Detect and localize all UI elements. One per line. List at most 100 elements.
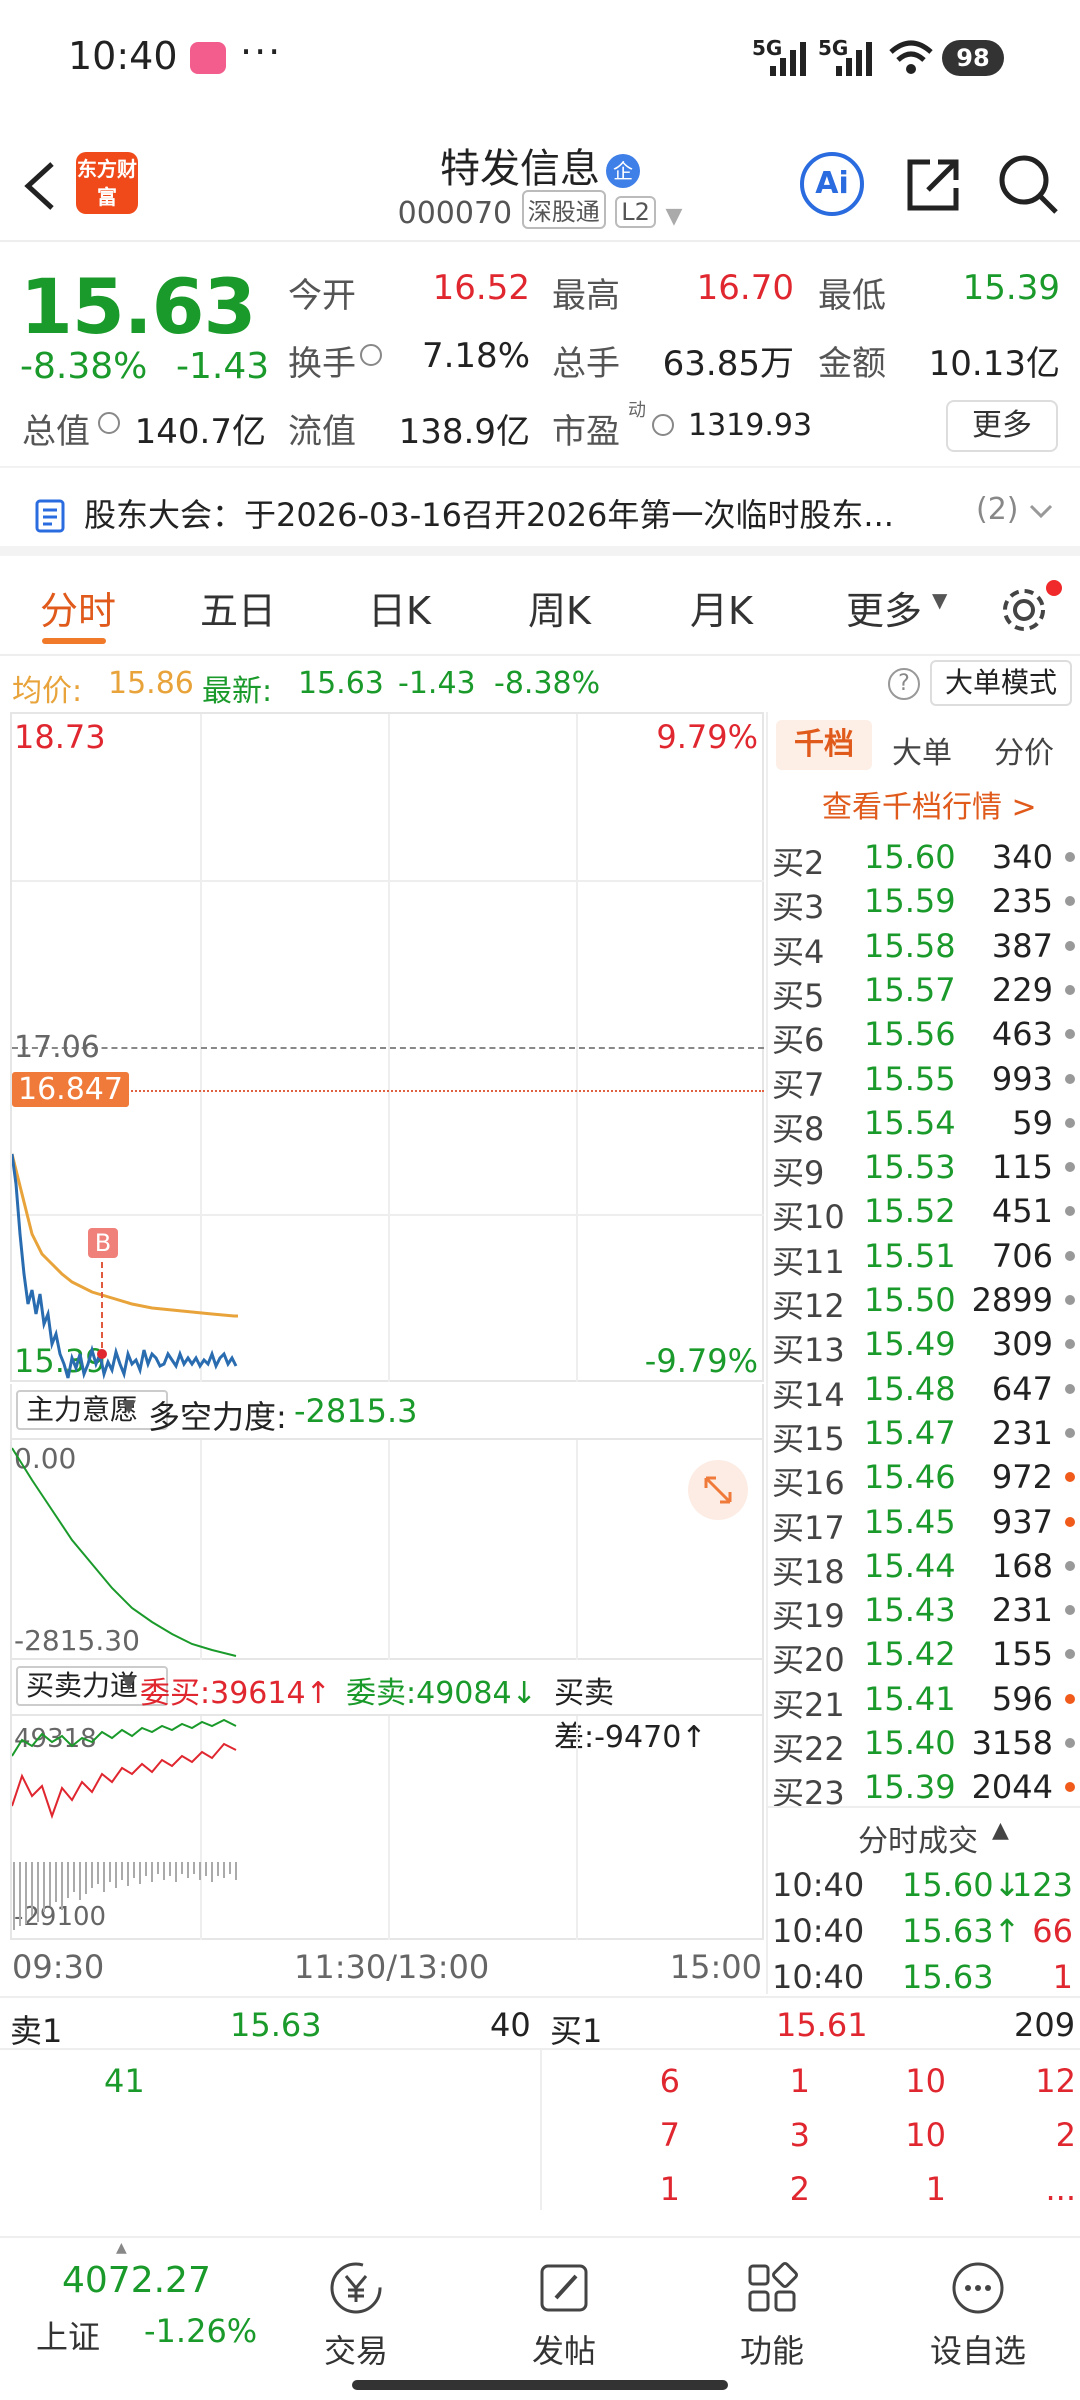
level-label: 买11 bbox=[772, 1242, 845, 1281]
high-label: 最高 bbox=[552, 276, 620, 316]
order-book-row[interactable]: 买18 15.44 168 bbox=[770, 1547, 1075, 1591]
level-dot bbox=[1065, 896, 1075, 907]
indicator-selector-1[interactable]: 主力意愿 bbox=[16, 1390, 169, 1430]
turnover-value: 7.18% bbox=[421, 336, 530, 376]
tab-thousand-levels[interactable]: 千档 bbox=[776, 720, 872, 770]
order-book-row[interactable]: 买11 15.51 706 bbox=[770, 1237, 1075, 1281]
nav-functions[interactable]: 功能 bbox=[712, 2258, 832, 2372]
level-price: 15.56 bbox=[864, 1015, 956, 1054]
order-book-row[interactable]: 买10 15.52 451 bbox=[770, 1192, 1075, 1236]
bilibili-app-icon bbox=[190, 42, 226, 74]
caret-down-icon: ▼ bbox=[932, 588, 948, 612]
info-icon[interactable] bbox=[652, 414, 674, 436]
bid-volume: 委买:39614↑ bbox=[140, 1676, 331, 1711]
power-value: -2815.3 bbox=[294, 1392, 418, 1430]
announcement-bar[interactable]: 股东大会：于2026-03-16召开2026年第一次临时股东... (2) bbox=[0, 466, 1080, 556]
order-book-row[interactable]: 买12 15.50 2899 bbox=[770, 1281, 1075, 1325]
nav-post[interactable]: 发帖 bbox=[504, 2258, 624, 2372]
settings-icon[interactable] bbox=[998, 584, 1050, 636]
level-price: 15.47 bbox=[864, 1413, 956, 1452]
level-price: 15.44 bbox=[864, 1546, 956, 1585]
order-book-row[interactable]: 买22 15.40 3158 bbox=[770, 1724, 1075, 1768]
level-label: 买12 bbox=[772, 1287, 845, 1325]
level-qty: 229 bbox=[991, 970, 1053, 1009]
order-book-row[interactable]: 买3 15.59 235 bbox=[770, 882, 1075, 926]
quote-panel: 15.63 -8.38% -1.43 今开 16.52 最高 16.70 最低 … bbox=[0, 250, 1080, 462]
level-price: 15.45 bbox=[864, 1502, 956, 1541]
chevron-down-icon[interactable]: ▼ bbox=[665, 204, 682, 229]
search-icon[interactable] bbox=[996, 152, 1060, 216]
expand-icon[interactable] bbox=[688, 1460, 748, 1520]
level-label: 买16 bbox=[772, 1464, 845, 1503]
level-label: 买14 bbox=[772, 1375, 845, 1414]
order-book-row[interactable]: 买19 15.43 231 bbox=[770, 1591, 1075, 1635]
nav-trade[interactable]: 交易 bbox=[296, 2258, 416, 2372]
level-dot bbox=[1065, 984, 1075, 995]
ai-icon[interactable]: Ai bbox=[800, 152, 864, 216]
order-book-row[interactable]: 买14 15.48 647 bbox=[770, 1370, 1075, 1414]
level-dot bbox=[1065, 940, 1075, 951]
queue-divider bbox=[540, 2050, 542, 2210]
power-chart[interactable]: 0.00 -2815.30 bbox=[10, 1438, 764, 1660]
index-name[interactable]: 上证 bbox=[36, 2312, 100, 2358]
info-icon[interactable] bbox=[98, 412, 120, 434]
bid-ask-chart[interactable]: 49318 -29100 bbox=[10, 1714, 764, 1940]
buy-marker[interactable]: B bbox=[88, 1228, 118, 1258]
order-book-row[interactable]: 买13 15.49 309 bbox=[770, 1325, 1075, 1369]
buy1-queue-item: 6 bbox=[659, 2062, 680, 2100]
low-label: 最低 bbox=[818, 276, 886, 316]
order-book-row[interactable]: 买20 15.42 155 bbox=[770, 1635, 1075, 1679]
nav-add-watchlist[interactable]: 设自选 bbox=[918, 2258, 1038, 2372]
order-book-row[interactable]: 买9 15.53 115 bbox=[770, 1148, 1075, 1192]
level-dot bbox=[1065, 1516, 1075, 1527]
level-qty: 706 bbox=[991, 1236, 1053, 1275]
connect-tag: 深股通 bbox=[521, 190, 606, 229]
tab-daily-k[interactable]: 日K bbox=[368, 580, 431, 635]
order-book-row[interactable]: 买16 15.46 972 bbox=[770, 1458, 1075, 1502]
level-price: 15.52 bbox=[864, 1192, 956, 1231]
tab-intraday[interactable]: 分时 bbox=[40, 580, 116, 635]
level-dot bbox=[1065, 1073, 1075, 1084]
order-book-row[interactable]: 买7 15.55 993 bbox=[770, 1060, 1075, 1104]
intraday-chart[interactable]: 18.73 9.79% 17.06 16.847 15.39 -9.79% B bbox=[10, 712, 764, 1382]
index-value[interactable]: 4072.27 bbox=[62, 2260, 211, 2301]
caret-up-icon: ▲ bbox=[116, 2240, 127, 2256]
level-price: 15.49 bbox=[864, 1325, 956, 1364]
big-order-mode-button[interactable]: 大单模式 bbox=[930, 660, 1072, 706]
share-icon[interactable] bbox=[904, 154, 964, 214]
order-book-row[interactable]: 买4 15.58 387 bbox=[770, 927, 1075, 971]
tab-weekly-k[interactable]: 周K bbox=[528, 580, 591, 635]
order-book-row[interactable]: 买15 15.47 231 bbox=[770, 1414, 1075, 1458]
open-label: 今开 bbox=[288, 276, 356, 316]
buy1-queue-item: 2 bbox=[1055, 2116, 1076, 2154]
level-dot bbox=[1065, 1472, 1075, 1483]
order-book-row[interactable]: 买5 15.57 229 bbox=[770, 971, 1075, 1015]
volume-label: 总手 bbox=[552, 344, 620, 384]
ticks-header[interactable]: 分时成交 ▲ bbox=[766, 1806, 1080, 1859]
order-book-row[interactable]: 买2 15.60 340 bbox=[770, 838, 1075, 882]
index-pct[interactable]: -1.26% bbox=[144, 2312, 257, 2350]
tab-price-distribution[interactable]: 分价 bbox=[994, 728, 1054, 772]
tab-big-orders[interactable]: 大单 bbox=[892, 728, 952, 772]
latest-change: -1.43 bbox=[398, 666, 476, 701]
help-icon[interactable]: ? bbox=[888, 668, 920, 700]
level-label: 买13 bbox=[772, 1331, 845, 1370]
order-book-row[interactable]: 买8 15.54 59 bbox=[770, 1104, 1075, 1148]
buy1-queue-item: 7 bbox=[659, 2116, 680, 2154]
order-book-row[interactable]: 买17 15.45 937 bbox=[770, 1503, 1075, 1547]
tab-monthly-k[interactable]: 月K bbox=[690, 580, 753, 635]
view-levels-link[interactable]: 查看千档行情 > bbox=[822, 782, 1037, 826]
caret-down-icon: ▼ bbox=[122, 1672, 136, 1693]
level-dot bbox=[1065, 852, 1075, 862]
level-qty: 340 bbox=[991, 838, 1053, 876]
order-book-row[interactable]: 买6 15.56 463 bbox=[770, 1015, 1075, 1059]
status-more: ··· bbox=[240, 30, 283, 74]
info-icon[interactable] bbox=[360, 344, 382, 366]
order-book-row[interactable]: 买21 15.41 596 bbox=[770, 1680, 1075, 1724]
tab-five-day[interactable]: 五日 bbox=[200, 580, 276, 635]
level-label: 买8 bbox=[772, 1109, 825, 1148]
tab-more[interactable]: 更多 bbox=[846, 580, 922, 635]
more-button[interactable]: 更多 bbox=[946, 400, 1058, 452]
level-label: 买20 bbox=[772, 1641, 845, 1680]
level-price: 15.41 bbox=[864, 1679, 956, 1718]
